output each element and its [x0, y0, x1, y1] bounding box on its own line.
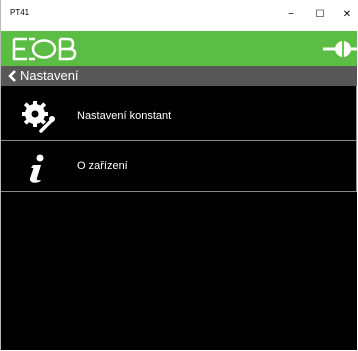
eob-logo [12, 37, 77, 61]
app-window: PT41 − ☐ ✕ Nastavení Nastavení konstant … [0, 0, 357, 350]
menu-item-label: O zařízení [77, 160, 128, 172]
chevron-left-icon [8, 70, 16, 82]
info-icon [29, 154, 44, 183]
menu-item-label: Nastavení konstant [77, 110, 172, 122]
window-title: PT41 [10, 8, 30, 17]
window-titlebar: PT41 − ☐ ✕ [1, 0, 357, 31]
back-label: Nastavení [20, 68, 79, 83]
back-navigation[interactable]: Nastavení [1, 66, 357, 86]
menu-item-constants[interactable]: Nastavení konstant [1, 92, 357, 141]
close-button[interactable]: ✕ [340, 8, 354, 22]
maximize-button[interactable]: ☐ [313, 8, 327, 22]
menu-item-about[interactable]: O zařízení [1, 142, 357, 192]
plug-icon [323, 40, 357, 58]
minimize-button[interactable]: − [284, 8, 298, 22]
content-area [1, 192, 357, 350]
gear-wrench-icon [22, 101, 55, 133]
